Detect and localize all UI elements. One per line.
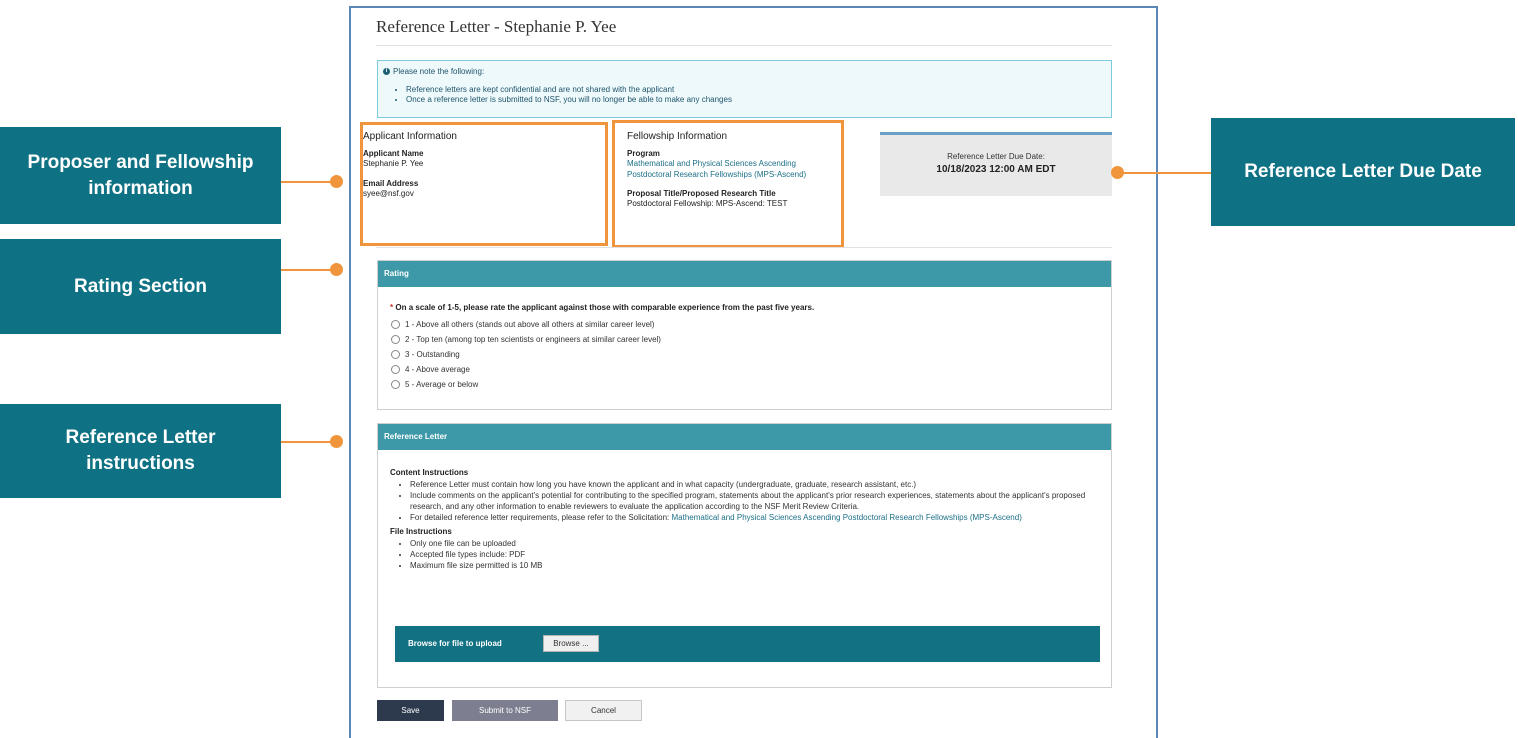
file-instructions-title: File Instructions <box>390 527 452 536</box>
page-title: Reference Letter - Stephanie P. Yee <box>376 17 617 36</box>
rating-option-5[interactable]: 5 - Average or below <box>391 377 661 392</box>
rating-question: On a scale of 1-5, please rate the appli… <box>395 303 815 312</box>
callout-proposer-dot <box>330 175 343 188</box>
content-instruction-item: Reference Letter must contain how long y… <box>410 479 1098 490</box>
callout-due-date: Reference Letter Due Date <box>1211 118 1515 226</box>
browse-button[interactable]: Browse ... <box>543 635 599 652</box>
title-divider <box>376 45 1112 46</box>
solicitation-link[interactable]: Mathematical and Physical Sciences Ascen… <box>671 513 1021 522</box>
rating-header: Rating <box>378 261 1111 287</box>
notice-heading-row: i Please note the following: <box>383 67 484 76</box>
file-instruction-item: Only one file can be uploaded <box>410 538 1098 549</box>
notice-item: Reference letters are kept confidential … <box>406 85 732 95</box>
reference-instructions: Content Instructions Reference Letter mu… <box>390 468 1098 571</box>
save-button[interactable]: Save <box>377 700 444 721</box>
due-date-label: Reference Letter Due Date: <box>947 152 1045 161</box>
file-instruction-item: Accepted file types include: PDF <box>410 549 1098 560</box>
callout-reference-connector <box>281 441 337 443</box>
callout-proposer-text: Proposer and Fellowship information <box>27 151 254 199</box>
required-marker: * <box>390 303 394 312</box>
applicant-highlight-box <box>360 122 608 246</box>
submit-button[interactable]: Submit to NSF <box>452 700 558 721</box>
radio-button[interactable] <box>391 350 400 359</box>
file-instructions-list: Only one file can be uploaded Accepted f… <box>390 538 1098 571</box>
info-icon: i <box>383 68 390 76</box>
callout-proposer: Proposer and Fellowship information <box>0 127 281 224</box>
rating-option-label: 4 - Above average <box>405 365 470 374</box>
rating-option-label: 5 - Average or below <box>405 380 479 389</box>
callout-reference: Reference Letter instructions <box>0 404 281 498</box>
radio-button[interactable] <box>391 335 400 344</box>
content-instruction-item: For detailed reference letter requiremen… <box>410 512 1098 523</box>
notice-item: Once a reference letter is submitted to … <box>406 95 732 105</box>
callout-rating-connector <box>281 269 337 271</box>
callout-reference-text: Reference Letter instructions <box>65 427 216 474</box>
callout-proposer-connector <box>281 181 337 183</box>
notice-heading: Please note the following: <box>393 67 485 76</box>
cancel-button[interactable]: Cancel <box>565 700 642 721</box>
rating-option-label: 2 - Top ten (among top ten scientists or… <box>405 335 661 344</box>
rating-option-label: 1 - Above all others (stands out above a… <box>405 320 655 329</box>
radio-button[interactable] <box>391 365 400 374</box>
radio-button[interactable] <box>391 380 400 389</box>
callout-rating-dot <box>330 263 343 276</box>
fellowship-highlight-box <box>612 120 844 248</box>
due-date-value: 10/18/2023 12:00 AM EDT <box>936 164 1056 175</box>
rating-question-row: * On a scale of 1-5, please rate the app… <box>390 303 814 312</box>
rating-option-3[interactable]: 3 - Outstanding <box>391 347 661 362</box>
callout-due-connector <box>1123 172 1211 174</box>
content-instructions-title: Content Instructions <box>390 468 469 477</box>
radio-button[interactable] <box>391 320 400 329</box>
upload-label: Browse for file to upload <box>408 639 502 648</box>
rating-option-label: 3 - Outstanding <box>405 350 460 359</box>
callout-rating-text: Rating Section <box>73 275 207 297</box>
content-instructions-list: Reference Letter must contain how long y… <box>390 479 1098 523</box>
callout-rating: Rating Section <box>0 239 281 334</box>
solicitation-text: For detailed reference letter requiremen… <box>410 513 670 522</box>
upload-bar: Browse for file to upload Browse ... <box>395 626 1100 662</box>
notice-list: Reference letters are kept confidential … <box>391 85 732 105</box>
callout-reference-dot <box>330 435 343 448</box>
callout-due-dot <box>1111 166 1124 179</box>
notice-box: iPlease note the following: Reference le… <box>377 60 1112 118</box>
reference-letter-header: Reference Letter <box>378 424 1111 450</box>
rating-option-4[interactable]: 4 - Above average <box>391 362 661 377</box>
callout-due-date-text: Reference Letter Due Date <box>1244 161 1482 182</box>
due-date-box: Reference Letter Due Date: 10/18/2023 12… <box>880 132 1112 196</box>
rating-panel: Rating * On a scale of 1-5, please rate … <box>377 260 1112 410</box>
rating-option-1[interactable]: 1 - Above all others (stands out above a… <box>391 317 661 332</box>
rating-options: 1 - Above all others (stands out above a… <box>391 317 661 392</box>
section-divider <box>376 247 1112 248</box>
content-instruction-item: Include comments on the applicant's pote… <box>410 490 1098 512</box>
file-instruction-item: Maximum file size permitted is 10 MB <box>410 560 1098 571</box>
reference-letter-panel: Reference Letter Content Instructions Re… <box>377 423 1112 688</box>
rating-option-2[interactable]: 2 - Top ten (among top ten scientists or… <box>391 332 661 347</box>
